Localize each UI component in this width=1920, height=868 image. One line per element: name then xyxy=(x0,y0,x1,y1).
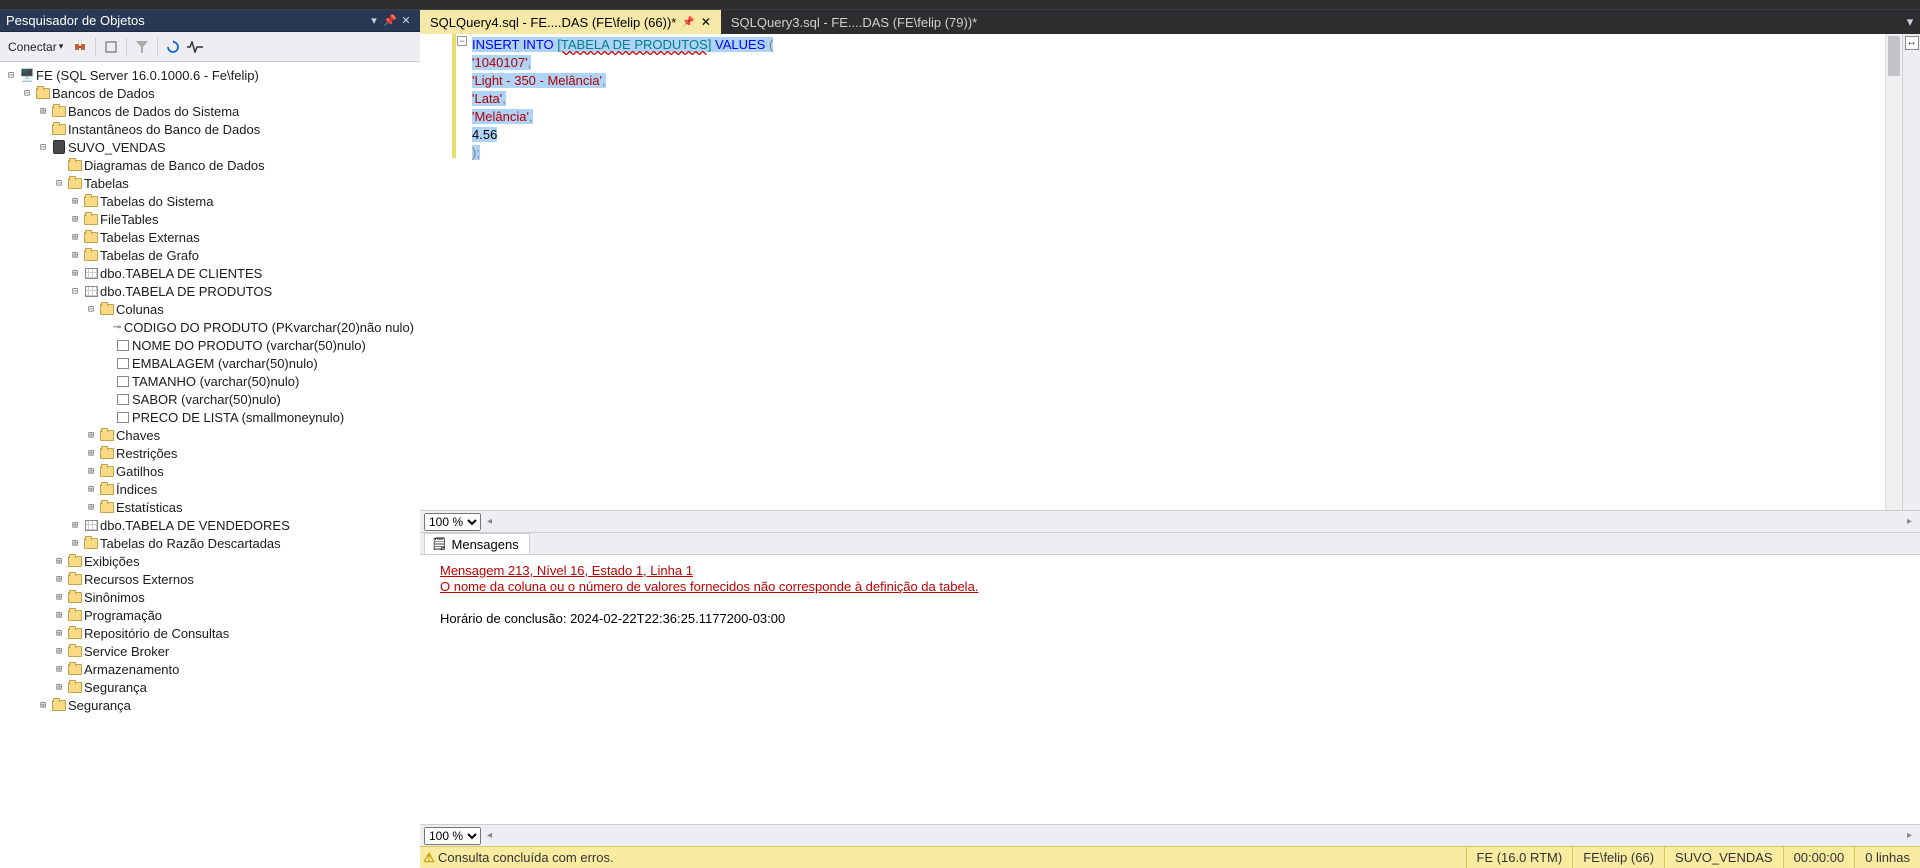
database-icon xyxy=(53,140,65,154)
status-time: 00:00:00 xyxy=(1783,847,1855,868)
status-rows: 0 linhas xyxy=(1854,847,1920,868)
editor-sidetool: ↔ xyxy=(1902,34,1920,510)
tree-table-produtos[interactable]: ⊟dbo.TABELA DE PRODUTOS xyxy=(0,282,420,300)
scroll-left-icon[interactable]: ◂ xyxy=(483,830,496,841)
column-icon xyxy=(117,340,129,351)
tree-keys[interactable]: ⊞Chaves xyxy=(0,426,420,444)
tree-col-codigo[interactable]: ⊸CODIGO DO PRODUTO (PKvarchar(20)não nul… xyxy=(0,318,420,336)
tree-sysdb[interactable]: ⊞Bancos de Dados do Sistema xyxy=(0,102,420,120)
tree-columns[interactable]: ⊟Colunas xyxy=(0,300,420,318)
table-icon xyxy=(85,268,98,279)
scroll-right-icon[interactable]: ▸ xyxy=(1903,516,1916,527)
tree-constraints[interactable]: ⊞Restrições xyxy=(0,444,420,462)
refresh-icon[interactable] xyxy=(164,38,182,56)
tree-synonyms[interactable]: ⊞Sinônimos xyxy=(0,588,420,606)
zoom-select[interactable]: 100 % xyxy=(424,513,481,531)
status-bar: ⚠ Consulta concluída com erros. FE (16.0… xyxy=(420,846,1920,868)
stop-icon[interactable] xyxy=(102,38,120,56)
object-explorer-header: Pesquisador de Objetos ▾ 📌 ✕ xyxy=(0,10,420,32)
tree-snapshots[interactable]: Instantâneos do Banco de Dados xyxy=(0,120,420,138)
tree-storage[interactable]: ⊞Armazenamento xyxy=(0,660,420,678)
tree-stats[interactable]: ⊞Estatísticas xyxy=(0,498,420,516)
tree-table-vendedores[interactable]: ⊞dbo.TABELA DE VENDEDORES xyxy=(0,516,420,534)
tree-col-embalagem[interactable]: EMBALAGEM (varchar(50)nulo) xyxy=(0,354,420,372)
tree-tables[interactable]: ⊟Tabelas xyxy=(0,174,420,192)
status-user: FE\felip (66) xyxy=(1572,847,1664,868)
zoom-select-messages[interactable]: 100 % xyxy=(424,827,481,845)
status-db: SUVO_VENDAS xyxy=(1664,847,1783,868)
pin-icon[interactable]: 📌 xyxy=(682,17,694,28)
editor-tabs: SQLQuery4.sql - FE....DAS (FE\felip (66)… xyxy=(420,10,1920,34)
folder-icon xyxy=(34,85,52,101)
editor-panel: SQLQuery4.sql - FE....DAS (FE\felip (66)… xyxy=(420,10,1920,868)
table-icon xyxy=(85,286,98,297)
tree-filetables[interactable]: ⊞FileTables xyxy=(0,210,420,228)
tree-exttables[interactable]: ⊞Tabelas Externas xyxy=(0,228,420,246)
tree-indexes[interactable]: ⊞Índices xyxy=(0,480,420,498)
error-header: Mensagem 213, Nível 16, Estado 1, Linha … xyxy=(440,563,1900,579)
object-explorer-title: Pesquisador de Objetos xyxy=(6,13,366,28)
tree-server[interactable]: ⊟🖥️FE (SQL Server 16.0.1000.6 - Fe\felip… xyxy=(0,66,420,84)
tree-views[interactable]: ⊞Exibições xyxy=(0,552,420,570)
key-icon: ⊸ xyxy=(110,319,123,335)
tree-col-sabor[interactable]: SABOR (varchar(50)nulo) xyxy=(0,390,420,408)
server-icon: 🖥️ xyxy=(18,67,36,83)
tree-diagrams[interactable]: Diagramas de Banco de Dados xyxy=(0,156,420,174)
tab-label: SQLQuery4.sql - FE....DAS (FE\felip (66)… xyxy=(430,15,676,30)
connect-button[interactable]: Conectar xyxy=(4,38,67,56)
messages-icon: 🗒 xyxy=(431,536,448,552)
tree-droptables[interactable]: ⊞Tabelas do Razão Descartadas xyxy=(0,534,420,552)
tree-col-tamanho[interactable]: TAMANHO (varchar(50)nulo) xyxy=(0,372,420,390)
messages-tab-label: Mensagens xyxy=(452,537,519,552)
tree-graphtables[interactable]: ⊞Tabelas de Grafo xyxy=(0,246,420,264)
messages-body[interactable]: Mensagem 213, Nível 16, Estado 1, Linha … xyxy=(420,554,1920,824)
scroll-left-icon[interactable]: ◂ xyxy=(483,516,496,527)
tree-triggers[interactable]: ⊞Gatilhos xyxy=(0,462,420,480)
tree-col-nome[interactable]: NOME DO PRODUTO (varchar(50)nulo) xyxy=(0,336,420,354)
disconnect-icon[interactable] xyxy=(71,38,89,56)
tree-extres[interactable]: ⊞Recursos Externos xyxy=(0,570,420,588)
object-explorer-tree[interactable]: ⊟🖥️FE (SQL Server 16.0.1000.6 - Fe\felip… xyxy=(0,62,420,868)
tree-programming[interactable]: ⊞Programação xyxy=(0,606,420,624)
code-content[interactable]: INSERT INTO [TABELA DE PRODUTOS] VALUES … xyxy=(470,34,1885,510)
editor-scrollbar[interactable] xyxy=(1885,34,1902,510)
tree-databases[interactable]: ⊟Bancos de Dados xyxy=(0,84,420,102)
completion-time: Horário de conclusão: 2024-02-22T22:36:2… xyxy=(440,611,1900,627)
status-server: FE (16.0 RTM) xyxy=(1466,847,1573,868)
tree-col-preco[interactable]: PRECO DE LISTA (smallmoneynulo) xyxy=(0,408,420,426)
tree-table-clientes[interactable]: ⊞dbo.TABELA DE CLIENTES xyxy=(0,264,420,282)
pin-icon[interactable]: 📌 xyxy=(382,14,398,27)
split-icon[interactable]: ↔ xyxy=(1905,36,1919,50)
editor-zoom-row: 100 % ◂ ▸ xyxy=(420,510,1920,532)
status-message: Consulta concluída com erros. xyxy=(438,850,1466,865)
tree-servicebroker[interactable]: ⊞Service Broker xyxy=(0,642,420,660)
tree-suvo[interactable]: ⊟SUVO_VENDAS xyxy=(0,138,420,156)
warning-icon: ⚠ xyxy=(420,850,438,866)
activity-icon[interactable] xyxy=(186,38,204,56)
close-icon[interactable]: ✕ xyxy=(398,14,414,27)
server-label: FE (SQL Server 16.0.1000.6 - Fe\felip) xyxy=(36,68,259,83)
filter-icon[interactable] xyxy=(133,38,151,56)
tree-systables[interactable]: ⊞Tabelas do Sistema xyxy=(0,192,420,210)
object-explorer-toolbar: Conectar xyxy=(0,32,420,62)
object-explorer-panel: Pesquisador de Objetos ▾ 📌 ✕ Conectar ⊟🖥… xyxy=(0,10,420,868)
tab-sqlquery4[interactable]: SQLQuery4.sql - FE....DAS (FE\felip (66)… xyxy=(420,10,721,34)
messages-tabbar: 🗒 Mensagens xyxy=(420,532,1920,554)
messages-zoom-row: 100 % ◂ ▸ xyxy=(420,824,1920,846)
tree-security[interactable]: ⊞Segurança xyxy=(0,678,420,696)
error-detail: O nome da coluna ou o número de valores … xyxy=(440,579,1900,595)
tree-security2[interactable]: ⊞Segurança xyxy=(0,696,420,714)
fold-icon[interactable]: − xyxy=(457,36,467,46)
dropdown-icon[interactable]: ▾ xyxy=(366,14,382,27)
close-tab-icon[interactable]: ✕ xyxy=(701,15,711,29)
scroll-right-icon[interactable]: ▸ xyxy=(1903,830,1916,841)
tab-sqlquery3[interactable]: SQLQuery3.sql - FE....DAS (FE\felip (79)… xyxy=(721,10,987,34)
sql-editor[interactable]: − INSERT INTO [TABELA DE PRODUTOS] VALUE… xyxy=(420,34,1920,510)
tab-label: SQLQuery3.sql - FE....DAS (FE\felip (79)… xyxy=(731,15,977,30)
tab-overflow-icon[interactable]: ▾ xyxy=(1900,10,1920,34)
messages-tab[interactable]: 🗒 Mensagens xyxy=(424,533,530,554)
tree-queryrepo[interactable]: ⊞Repositório de Consultas xyxy=(0,624,420,642)
